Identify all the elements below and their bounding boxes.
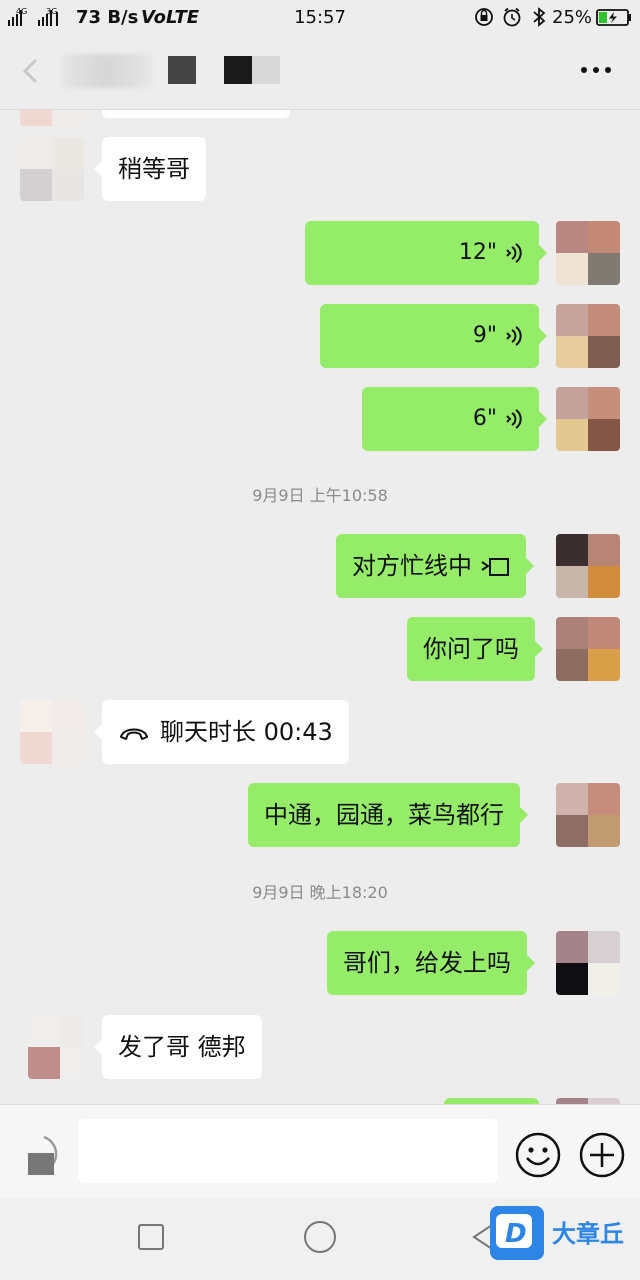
message-bubble-sent[interactable]: 中通，园通，菜鸟都行 [248, 783, 528, 847]
voice-wave-icon [506, 326, 522, 346]
emoji-icon[interactable] [514, 1131, 562, 1179]
message-text: 你问了吗 [423, 635, 519, 663]
message-list[interactable]: 稍等哥 12" 9" 6" 9月9日 上午10:58 对方忙线中 你问了吗 聊天… [0, 110, 640, 1104]
watermark-logo: D [490, 1206, 544, 1260]
message-bubble-received[interactable]: 发了哥 德邦 [94, 1015, 262, 1079]
message-timestamp: 9月9日 晚上18:20 [252, 883, 388, 902]
battery-icon [596, 9, 631, 26]
lock-rotation-icon [475, 8, 493, 26]
message-timestamp: 9月9日 上午10:58 [252, 486, 388, 505]
message-bubble-received[interactable]: 稍等哥 [94, 137, 206, 201]
voice-wave-icon [506, 243, 522, 263]
message-input-bar [0, 1104, 640, 1198]
voice-duration: 9" [472, 323, 497, 348]
my-avatar[interactable] [556, 304, 620, 368]
message-text: 对方忙线中 [352, 552, 472, 580]
chat-title-bar [0, 34, 640, 110]
message-bubble-sent[interactable]: 你问了吗 [407, 617, 543, 681]
my-avatar[interactable] [556, 617, 620, 681]
voice-message-bubble[interactable]: 9" [320, 304, 547, 368]
redaction-block [168, 56, 196, 84]
recent-apps-icon[interactable] [138, 1224, 164, 1250]
voice-input-toggle-icon[interactable] [24, 1131, 64, 1177]
my-avatar[interactable] [556, 534, 620, 598]
video-call-status-bubble[interactable]: 对方忙线中 [336, 534, 534, 598]
watermark-text: 大章丘 [552, 1220, 624, 1248]
video-call-icon [481, 558, 509, 576]
more-options-icon[interactable] [578, 58, 614, 82]
watermark-logo-icon: D [496, 1214, 532, 1249]
plus-icon[interactable] [578, 1131, 626, 1179]
battery-percent: 25% [552, 7, 593, 28]
contact-avatar[interactable] [20, 137, 84, 201]
message-text: 发了哥 德邦 [118, 1033, 246, 1061]
my-avatar[interactable] [556, 387, 620, 451]
voice-message-bubble[interactable]: 6" [362, 387, 547, 451]
message-text: 聊天时长 00:43 [160, 718, 333, 746]
alarm-icon [503, 7, 521, 27]
message-text: 中通，园通，菜鸟都行 [264, 801, 504, 829]
voice-call-record-bubble[interactable]: 聊天时长 00:43 [94, 700, 349, 764]
bluetooth-icon [533, 7, 546, 27]
message-text: 哥们，给发上吗 [343, 949, 511, 977]
contact-name-redacted [62, 54, 152, 88]
redaction-block [252, 56, 280, 84]
phone-hangup-icon [120, 728, 148, 740]
voice-wave-icon [506, 409, 522, 429]
message-bubble-sent[interactable]: 哥们，给发上吗 [327, 931, 535, 995]
contact-avatar[interactable] [20, 110, 84, 126]
back-arrow-icon[interactable] [20, 56, 40, 86]
watermark-logo-letter: D [505, 1219, 527, 1249]
message-text: 稍等哥 [118, 155, 190, 183]
redaction-block [224, 56, 252, 84]
my-avatar[interactable] [556, 221, 620, 285]
contact-avatar[interactable] [20, 700, 84, 764]
voice-duration: 12" [458, 240, 497, 265]
status-icons [475, 7, 546, 27]
my-avatar[interactable] [556, 783, 620, 847]
voice-message-bubble[interactable]: 12" [305, 221, 547, 285]
watermark: D 大章丘 [490, 1206, 636, 1264]
message-text-input[interactable] [78, 1119, 498, 1183]
message-bubble-partial[interactable] [102, 110, 290, 118]
voice-duration: 6" [472, 406, 497, 431]
status-bar: 4G 3G 73 B/s VoLTE 15:57 25% [0, 0, 640, 34]
my-avatar[interactable] [556, 931, 620, 995]
home-icon[interactable] [304, 1221, 336, 1253]
contact-avatar[interactable] [28, 1015, 84, 1079]
